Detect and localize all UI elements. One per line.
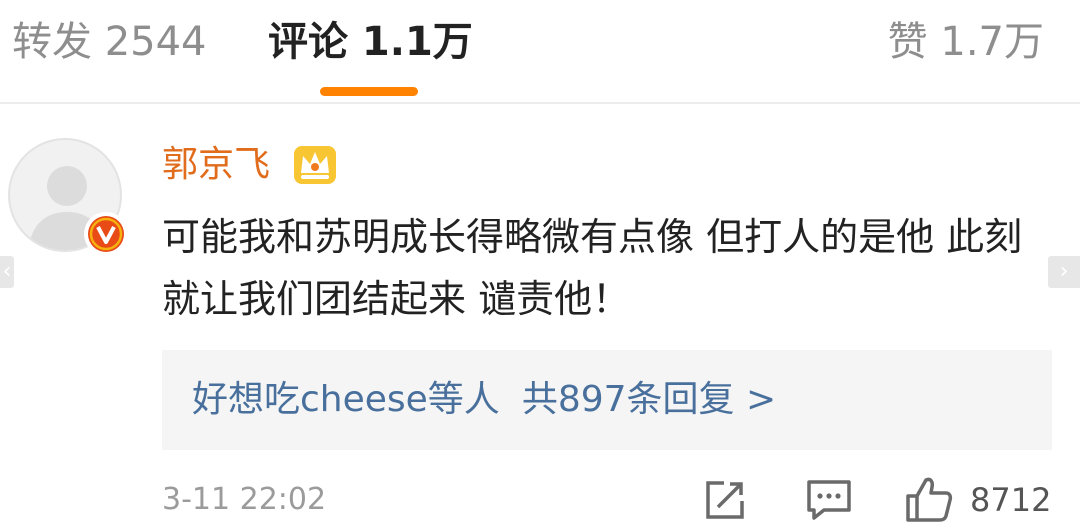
verified-v-icon	[88, 216, 124, 252]
thumbs-up-icon[interactable]	[904, 474, 954, 524]
next-arrow[interactable]: ›	[1048, 256, 1080, 288]
comment-text: 可能我和苏明成长得略微有点像 但打人的是他 此刻就让我们团结起来 谴责他！	[162, 215, 1023, 321]
comment-timestamp: 3-11 22:02	[162, 482, 327, 517]
replies-count: 共897条回复 >	[521, 379, 777, 420]
tab-likes[interactable]: 赞 1.7万	[888, 14, 1044, 70]
share-icon[interactable]	[704, 479, 746, 521]
comment-username[interactable]: 郭京飞	[162, 140, 270, 190]
reply-icon[interactable]	[806, 479, 852, 521]
chevron-left-icon: ‹	[2, 259, 12, 284]
tab-repost[interactable]: 转发 2544	[12, 14, 207, 70]
replies-link[interactable]: 好想吃cheese等人 共897条回复 >	[192, 372, 798, 428]
active-tab-indicator	[320, 87, 418, 96]
like-count: 8712	[970, 481, 1052, 519]
tab-comments[interactable]: 评论 1.1万	[268, 14, 473, 70]
replies-users: 好想吃cheese等人	[192, 379, 500, 420]
chevron-right-icon: ›	[1059, 259, 1069, 284]
previous-arrow[interactable]: ‹	[0, 256, 14, 288]
tab-bar: 转发 2544 评论 1.1万 赞 1.7万	[0, 0, 1080, 104]
crown-icon	[294, 146, 336, 184]
replies-box[interactable]: 好想吃cheese等人 共897条回复 >	[162, 350, 1052, 450]
verified-badge	[84, 212, 128, 256]
